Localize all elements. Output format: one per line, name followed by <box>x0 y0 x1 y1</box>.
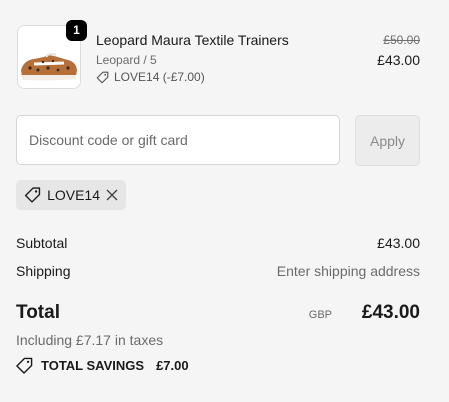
currency-code: GBP <box>308 309 332 321</box>
tag-icon <box>24 187 41 203</box>
product-name: Leopard Maura Textile Trainers <box>96 32 289 48</box>
discount-code-input[interactable] <box>16 115 340 165</box>
subtotal-row: Subtotal £43.00 <box>16 235 420 251</box>
close-icon <box>106 189 118 201</box>
savings-label: TOTAL SAVINGS <box>41 358 145 373</box>
shipping-label: Shipping <box>16 263 71 279</box>
item-discount-label: LOVE14 (-£7.00) <box>114 70 205 84</box>
quantity-badge: 1 <box>66 20 87 41</box>
item-discount: LOVE14 (-£7.00) <box>96 70 205 84</box>
total-row: Total GBP £43.00 <box>16 302 420 328</box>
taxes-note: Including £7.17 in taxes <box>16 332 164 348</box>
cart-line-item: 1 Leopard Maura Textile Trainers Leopard… <box>17 20 420 91</box>
savings-value: £7.00 <box>156 358 189 373</box>
total-amount: £43.00 <box>361 302 420 323</box>
applied-discount-chip: LOVE14 <box>16 180 126 210</box>
remove-discount-button[interactable] <box>106 189 118 201</box>
savings-tag-icon <box>16 357 33 374</box>
tag-icon <box>96 71 109 83</box>
total-label: Total <box>16 302 60 323</box>
apply-button[interactable]: Apply <box>355 115 420 166</box>
total-savings: TOTAL SAVINGS £7.00 <box>16 357 189 374</box>
item-price: £43.00 <box>377 52 420 68</box>
subtotal-label: Subtotal <box>16 235 68 251</box>
applied-discount-code: LOVE14 <box>47 187 100 203</box>
original-price: £50.00 <box>383 33 420 47</box>
product-variant: Leopard / 5 <box>96 53 157 67</box>
shipping-row: Shipping Enter shipping address <box>16 263 420 279</box>
subtotal-value: £43.00 <box>377 235 420 251</box>
shipping-value: Enter shipping address <box>276 263 420 279</box>
